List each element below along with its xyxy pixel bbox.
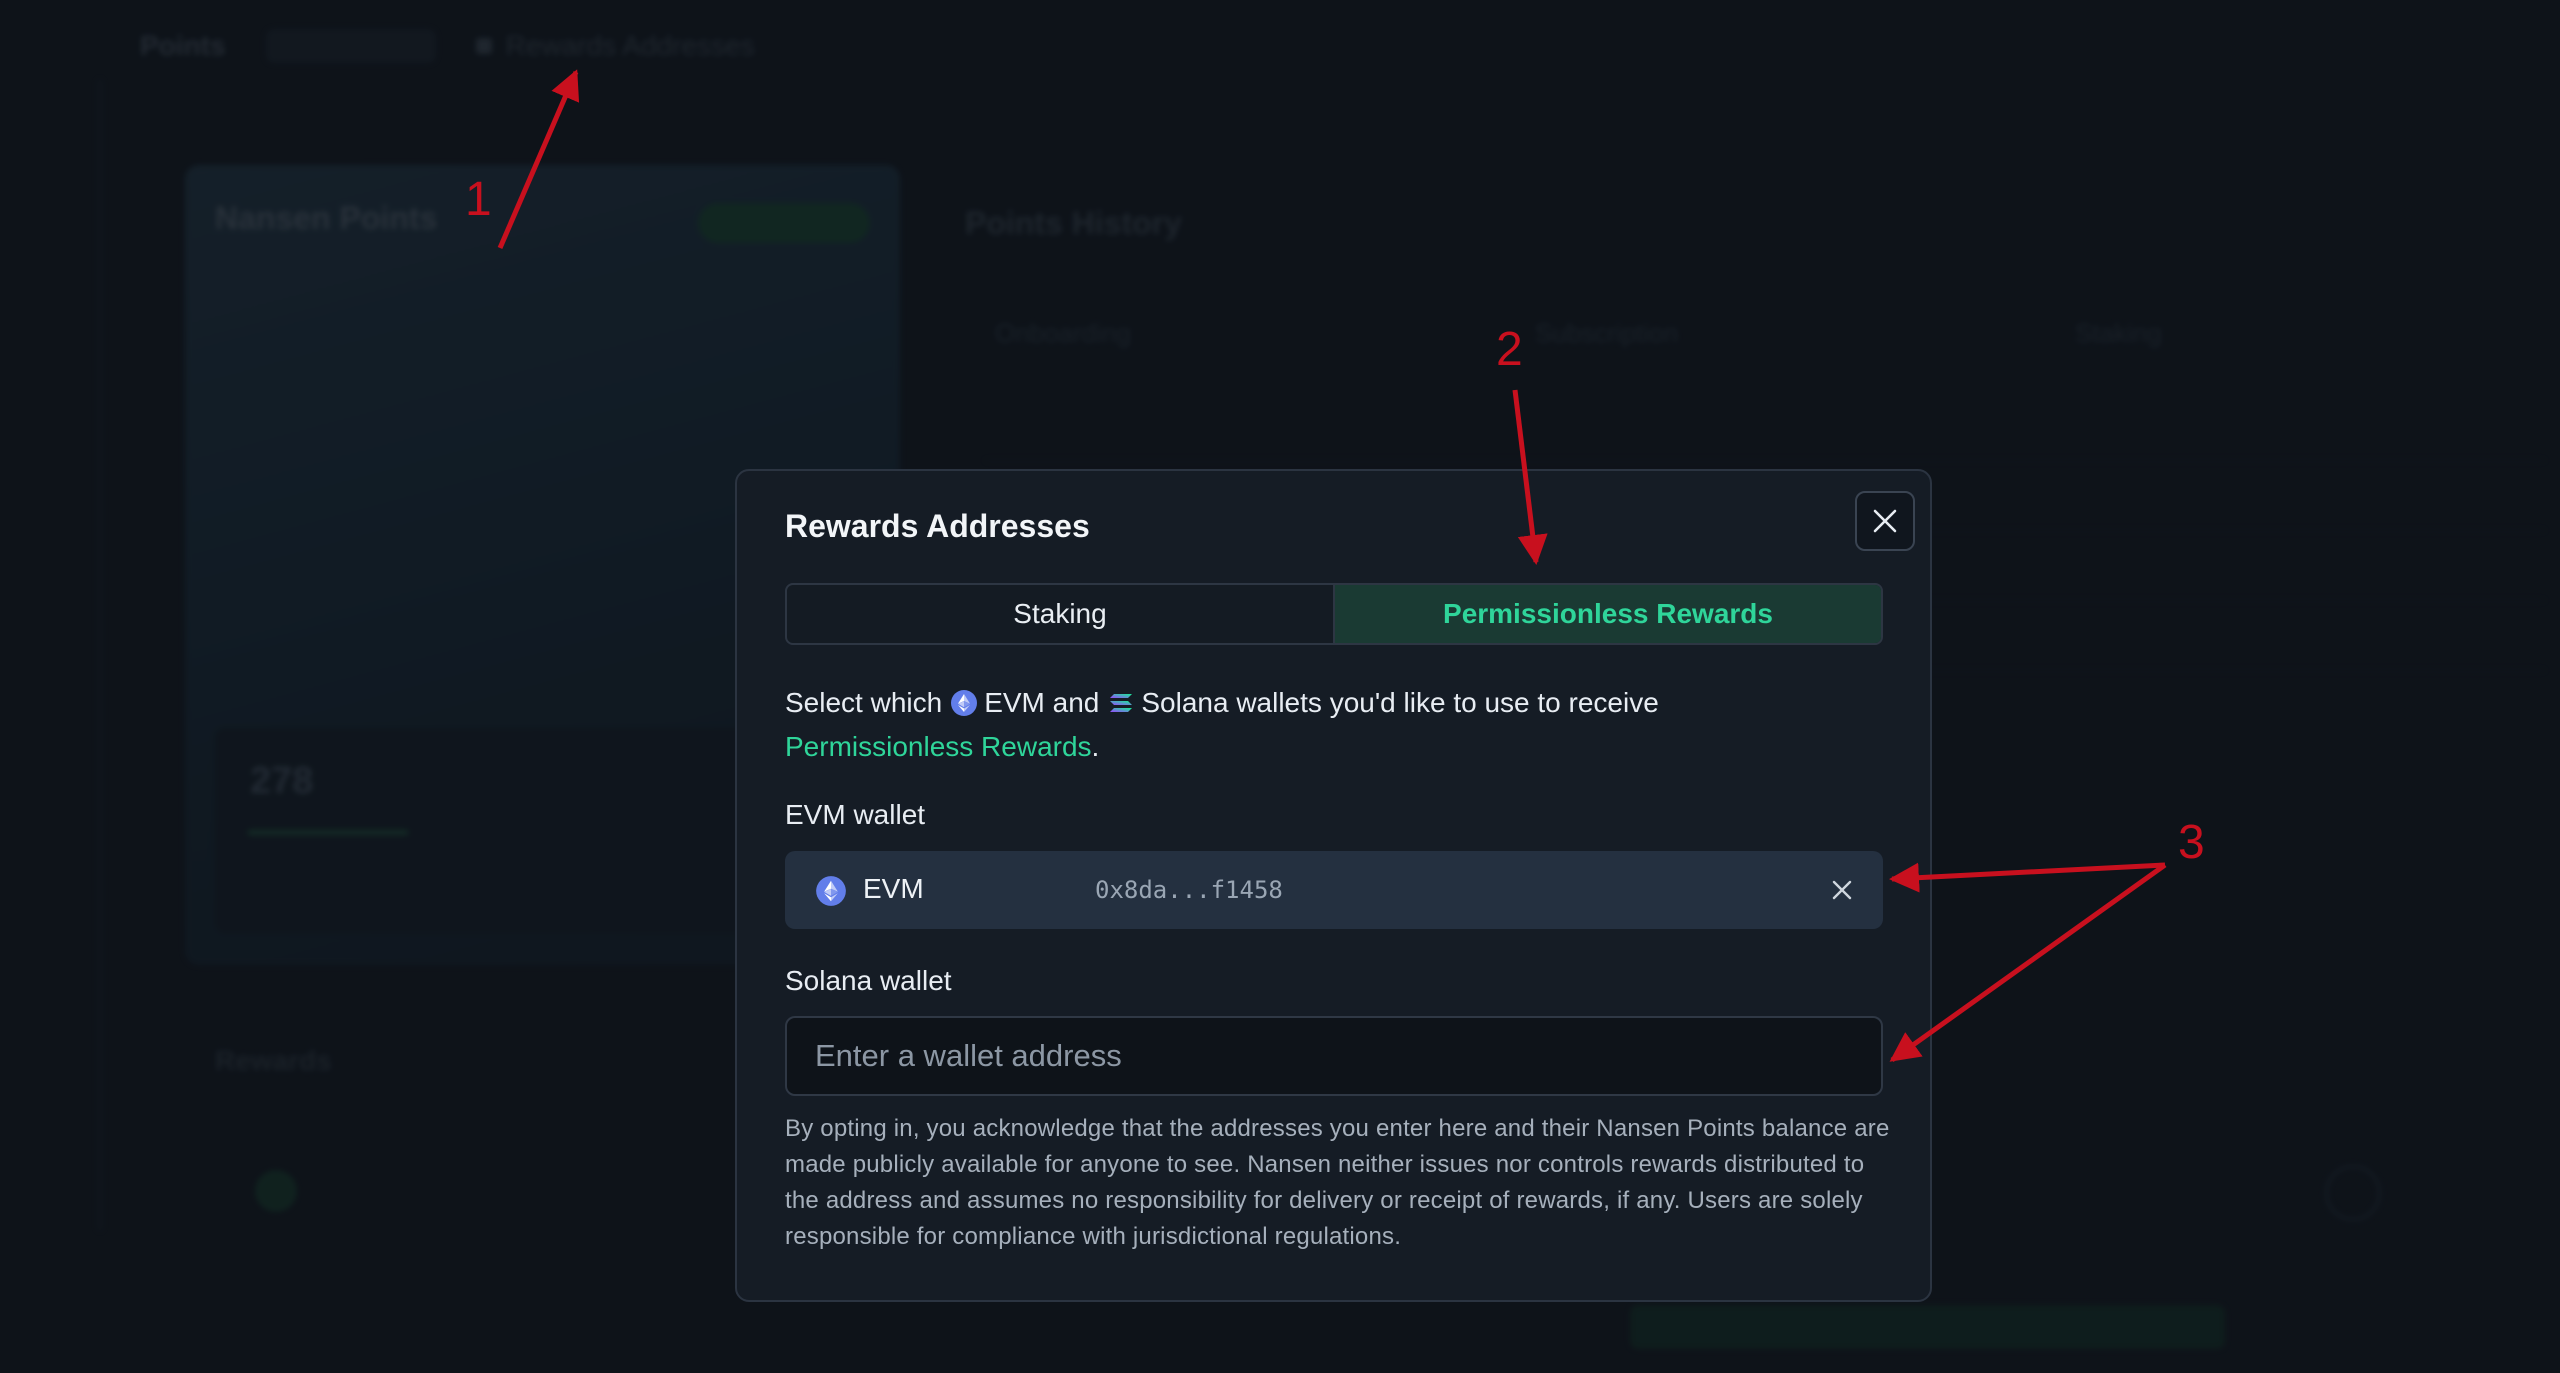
solana-icon [1110, 694, 1133, 712]
description-evm-text: EVM and [984, 687, 1100, 718]
ethereum-icon [816, 876, 846, 906]
rewards-addresses-modal: Rewards Addresses Staking Permissionless… [735, 469, 1932, 1302]
close-button[interactable] [1855, 491, 1915, 551]
modal-description: Select which EVM and Solana wallets you'… [785, 681, 1895, 769]
annotation-label-1: 1 [465, 173, 492, 226]
tab-permissionless-rewards[interactable]: Permissionless Rewards [1335, 585, 1881, 643]
annotation-label-3: 3 [2178, 816, 2205, 869]
solana-wallet-input[interactable] [785, 1016, 1883, 1096]
evm-chain-name: EVM [863, 873, 924, 904]
permissionless-rewards-link[interactable]: Permissionless Rewards [785, 731, 1092, 762]
ethereum-icon [951, 690, 978, 716]
clear-icon [1832, 880, 1852, 900]
description-text: Select which [785, 687, 943, 718]
evm-wallet-address: 0x8da...f1458 [1095, 876, 1283, 904]
clear-evm-wallet-button[interactable] [1825, 873, 1859, 907]
close-icon [1873, 509, 1897, 533]
solana-wallet-label: Solana wallet [785, 965, 952, 996]
annotation-label-2: 2 [1496, 323, 1523, 376]
tab-staking[interactable]: Staking [787, 585, 1335, 643]
description-period: . [1091, 731, 1100, 762]
evm-wallet-field[interactable]: EVM 0x8da...f1458 [785, 851, 1883, 929]
evm-wallet-label: EVM wallet [785, 799, 926, 830]
description-solana-text: Solana wallets you'd like to use to rece… [1141, 687, 1659, 718]
disclaimer-text: By opting in, you acknowledge that the a… [785, 1115, 1890, 1250]
modal-title: Rewards Addresses [785, 508, 1090, 544]
rewards-type-tabs: Staking Permissionless Rewards [785, 583, 1883, 645]
